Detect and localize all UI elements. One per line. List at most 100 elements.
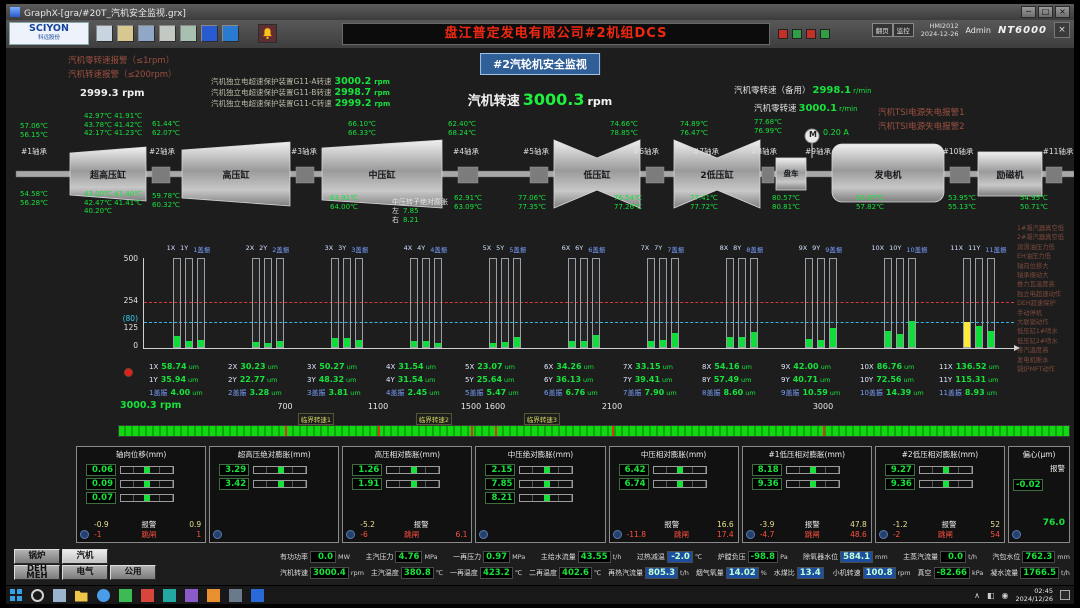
vibration-bar-group: 2X2Y2盖振 bbox=[228, 244, 307, 348]
panel-value: 9.27 bbox=[885, 464, 915, 476]
record-indicator[interactable] bbox=[124, 368, 133, 377]
nav-button-DEHMEH[interactable]: DEH MEH bbox=[14, 565, 60, 580]
soe-badge-icon[interactable] bbox=[222, 25, 239, 42]
vibration-bar-fill bbox=[751, 332, 757, 347]
temp-value: 57.06℃ bbox=[20, 122, 48, 131]
status-cell: 再热汽流量805.3t/h bbox=[608, 567, 689, 579]
nav-button-锅炉[interactable]: 锅炉 bbox=[14, 549, 60, 564]
search-icon[interactable] bbox=[31, 589, 44, 602]
app-green-icon[interactable] bbox=[119, 589, 132, 602]
bearing-temps: 74.89℃76.47℃ bbox=[680, 120, 708, 137]
panel-status-indicator[interactable] bbox=[1012, 530, 1021, 539]
header-indicator-1[interactable] bbox=[778, 29, 788, 39]
ramp-tick: 1500 bbox=[461, 402, 481, 411]
cylinder-label-lp2: 2低压缸 bbox=[700, 168, 733, 181]
panel-status-indicator[interactable] bbox=[213, 530, 222, 539]
panel-status-indicator[interactable] bbox=[613, 530, 622, 539]
bearing-temps: 77.41℃77.72℃ bbox=[690, 194, 718, 211]
panel-title: 偏心(μm) bbox=[1012, 448, 1066, 462]
temp-value: 61.44℃ bbox=[152, 120, 180, 129]
status-value: 805.3 bbox=[645, 567, 678, 579]
sciyon-logo-sub: 科远股份 bbox=[10, 35, 88, 41]
alarm-bell-icon[interactable] bbox=[258, 24, 277, 43]
panel-value-row: 6.74 bbox=[619, 478, 735, 490]
ramp-tick: 1600 bbox=[485, 402, 505, 411]
browser-icon[interactable] bbox=[97, 589, 110, 602]
bar-label: 5X bbox=[483, 244, 492, 254]
vibration-bar bbox=[580, 258, 588, 348]
bearing-temps: 74.66℃78.85℃ bbox=[610, 120, 638, 137]
graphx-app-icon bbox=[10, 7, 20, 17]
header-indicator-3[interactable] bbox=[806, 29, 816, 39]
bearing-label-8: #8轴承 bbox=[751, 146, 777, 157]
panel-value: 1.91 bbox=[352, 478, 382, 490]
status-cell: 主蒸汽流量0.0t/h bbox=[903, 551, 977, 563]
temp-value: 77.41℃ bbox=[690, 194, 718, 203]
toolbar-right-info: 翻页 监控 HMI2012 2024-12-26 Admin NT6000 × bbox=[872, 22, 1070, 38]
panel-status-indicator[interactable] bbox=[479, 530, 488, 539]
zoom-icon[interactable] bbox=[180, 25, 197, 42]
panel-status-indicator[interactable] bbox=[346, 530, 355, 539]
ia-badge-icon[interactable] bbox=[201, 25, 218, 42]
panel-gauge bbox=[386, 480, 440, 488]
monitor-mode-button[interactable]: 监控 bbox=[893, 23, 914, 37]
panel-status-indicator[interactable] bbox=[80, 530, 89, 539]
app-teal-icon[interactable] bbox=[163, 589, 176, 602]
app-red-icon[interactable] bbox=[141, 589, 154, 602]
nav-button-汽机[interactable]: 汽机 bbox=[62, 549, 108, 564]
maximize-button[interactable]: □ bbox=[1038, 6, 1053, 18]
bar-label: 8盖振 bbox=[746, 244, 763, 254]
status-cell: 主给水流量43.55t/h bbox=[541, 551, 622, 563]
trip-low: -4.7 bbox=[760, 530, 775, 540]
panel-status-indicator[interactable] bbox=[879, 530, 888, 539]
clock-date: 2024/12/26 bbox=[1016, 595, 1053, 603]
vibration-value: 6.76 bbox=[565, 388, 585, 397]
vibration-bar-fill bbox=[423, 341, 429, 347]
nav-button-电气[interactable]: 电气 bbox=[62, 565, 108, 580]
close-button[interactable]: × bbox=[1055, 6, 1070, 18]
taskbar-clock[interactable]: 02:45 2024/12/26 bbox=[1016, 587, 1053, 603]
status-cell: 二再温度402.6℃ bbox=[529, 567, 601, 579]
header-indicator-2[interactable] bbox=[792, 29, 802, 39]
trip-low: -6 bbox=[360, 530, 367, 540]
toolbar-close-icon[interactable]: × bbox=[1054, 22, 1070, 38]
new-file-icon[interactable] bbox=[96, 25, 113, 42]
vibration-bar-fill bbox=[897, 334, 903, 347]
notification-icon[interactable] bbox=[1060, 590, 1070, 600]
status-value: 1766.5 bbox=[1020, 567, 1059, 579]
ramp-tick-mark bbox=[285, 426, 287, 436]
app-purple-icon[interactable] bbox=[185, 589, 198, 602]
page-flip-button[interactable]: 翻页 bbox=[872, 23, 893, 37]
bearing-temps: 54.58℃56.28℃ bbox=[20, 190, 48, 207]
bar-label: 7Y bbox=[654, 244, 662, 254]
status-label: 有功功率 bbox=[280, 552, 308, 562]
panel-trip-limits: -11.8跳闸17.4 bbox=[627, 530, 734, 540]
bar-label: 6Y bbox=[575, 244, 583, 254]
save-icon[interactable] bbox=[138, 25, 155, 42]
temp-value: 55.13℃ bbox=[948, 203, 976, 212]
nav-button-公用[interactable]: 公用 bbox=[110, 565, 156, 580]
print-icon[interactable] bbox=[159, 25, 176, 42]
panel-trip-limits: -4.7跳闸48.6 bbox=[760, 530, 867, 540]
app-gray-icon[interactable] bbox=[229, 589, 242, 602]
app-orange-icon[interactable] bbox=[207, 589, 220, 602]
minimize-button[interactable]: ─ bbox=[1021, 6, 1036, 18]
panel-title: 高压相对膨胀(mm) bbox=[346, 448, 468, 462]
panel-status-indicator[interactable] bbox=[746, 530, 755, 539]
panel-title: #2低压相对膨胀(mm) bbox=[879, 448, 1001, 462]
volume-icon[interactable]: ◉ bbox=[1002, 591, 1009, 600]
header-indicator-4[interactable] bbox=[820, 29, 830, 39]
hmi-info: HMI2012 2024-12-26 bbox=[921, 22, 959, 38]
task-view-icon[interactable] bbox=[53, 589, 66, 602]
turning-gear-current: 0.20 A bbox=[823, 128, 849, 137]
ramp-tick: 3000 bbox=[813, 402, 833, 411]
ramp-tick: 1100 bbox=[368, 402, 388, 411]
start-icon[interactable] bbox=[10, 589, 22, 601]
alarm-high: 47.8 bbox=[850, 520, 867, 530]
open-file-icon[interactable] bbox=[117, 25, 134, 42]
app-blue-icon[interactable] bbox=[251, 589, 264, 602]
tray-expand-icon[interactable]: ∧ bbox=[974, 591, 980, 600]
network-icon[interactable]: ◧ bbox=[987, 591, 995, 600]
file-explorer-icon[interactable] bbox=[75, 589, 88, 602]
gauge-marker bbox=[544, 467, 550, 473]
